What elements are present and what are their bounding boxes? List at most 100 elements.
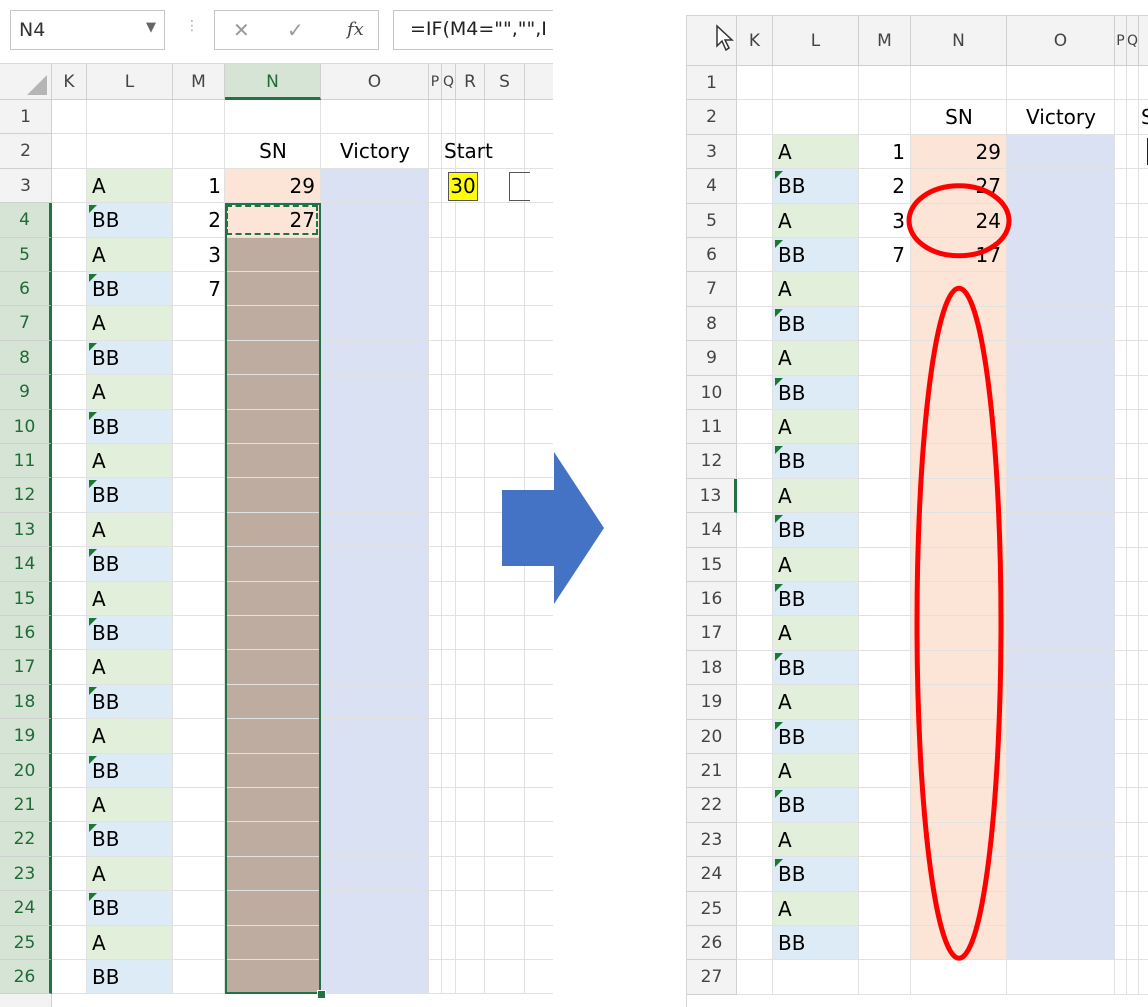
grid-cell[interactable] [321,788,429,823]
column-header-r[interactable]: R [456,64,485,100]
grid-cell[interactable] [485,891,525,926]
grid-cell[interactable] [485,753,525,788]
grid-cell[interactable] [456,960,485,995]
grid-cell[interactable] [429,960,442,995]
grid-cell[interactable] [456,856,485,892]
grid-cell[interactable] [429,237,442,272]
row-header[interactable]: 13 [0,512,52,548]
grid-cell[interactable] [173,340,225,376]
grid-cell[interactable] [442,272,456,307]
grid-cell[interactable] [321,375,429,410]
grid-cell[interactable] [321,168,429,204]
insert-function-button[interactable]: fx [347,19,364,40]
grid-cell[interactable] [52,581,87,616]
grid-cell[interactable] [442,203,456,238]
grid-cell[interactable] [173,925,225,960]
grid-cell[interactable] [485,960,525,995]
column-header-l[interactable]: L [87,64,173,100]
column-header-o[interactable]: O [321,64,429,100]
grid-cell[interactable] [485,100,525,135]
grid-cell[interactable] [429,100,442,135]
grid-cell[interactable] [429,925,442,960]
grid-cell[interactable] [525,960,553,995]
grid-cell[interactable] [173,719,225,754]
row-header[interactable]: 25 [0,925,52,960]
grid-cell[interactable] [52,822,87,857]
grid-cell[interactable] [485,409,525,444]
grid-cell[interactable] [52,856,87,892]
grid-cell[interactable] [52,684,87,720]
grid-cell[interactable] [321,616,429,651]
row-header[interactable]: 12 [0,478,52,513]
grid-cell[interactable] [173,856,225,892]
grid-cell[interactable] [52,478,87,513]
grid-cell[interactable] [525,650,553,685]
grid-cell[interactable] [173,684,225,720]
grid-cell[interactable] [173,650,225,685]
row-header[interactable]: 23 [0,856,52,892]
grid-cell[interactable] [52,306,87,341]
grid-cell[interactable] [485,375,525,410]
grid-cell[interactable] [525,926,553,960]
grid-cell[interactable] [456,375,485,410]
grid-cell[interactable] [429,375,442,410]
grid-cell[interactable] [485,684,525,720]
grid-cell[interactable] [173,547,225,582]
column-header-s[interactable]: S [485,64,525,100]
row-header[interactable]: 26 [0,960,52,995]
row-header[interactable]: 9 [0,375,52,410]
grid-cell[interactable] [52,650,87,685]
grid-cell[interactable] [485,306,525,341]
grid-cell[interactable] [456,547,485,582]
row-header[interactable]: 16 [0,616,52,651]
grid-cell[interactable] [52,719,87,754]
row-header[interactable]: 7 [0,306,52,341]
grid-cell[interactable] [456,203,485,238]
grid-cell[interactable] [442,375,456,410]
grid-cell[interactable] [442,306,456,341]
row-header[interactable]: 1 [0,100,52,135]
grid-cell[interactable] [456,237,485,272]
row-header[interactable]: 18 [0,684,52,720]
grid-cell[interactable] [173,616,225,651]
grid-cell[interactable] [442,650,456,685]
grid-cell[interactable] [442,753,456,788]
grid-cell[interactable] [485,925,525,960]
grid-cell[interactable] [52,616,87,651]
grid-cell[interactable] [485,272,525,307]
grid-cell[interactable] [52,100,87,135]
grid-cell[interactable] [173,581,225,616]
grid-cell[interactable] [456,788,485,823]
grid-cell[interactable] [442,960,456,995]
grid-cell[interactable] [173,822,225,857]
grid-cell[interactable] [173,891,225,926]
grid-cell[interactable] [525,788,553,823]
grid-cell[interactable] [52,409,87,444]
grid-cell[interactable] [52,753,87,788]
grid-cell[interactable] [442,719,456,754]
grid-cell[interactable] [321,444,429,479]
grid-cell[interactable] [485,719,525,754]
grid-cell[interactable] [456,272,485,307]
grid-cell[interactable] [429,684,442,720]
grid-cell[interactable] [52,960,87,995]
grid-cell[interactable] [442,409,456,444]
column-header-q[interactable]: Q [442,64,456,100]
grid-cell[interactable] [442,856,456,892]
grid-cell[interactable] [52,340,87,376]
grid-cell[interactable] [429,891,442,926]
grid-cell[interactable] [456,650,485,685]
row-header[interactable]: 14 [0,547,52,582]
grid-cell[interactable] [456,684,485,720]
grid-cell[interactable] [456,100,485,135]
row-header[interactable]: 2 [0,134,52,169]
grid-cell[interactable] [173,512,225,548]
grid-cell[interactable] [456,822,485,857]
grid-cell[interactable] [321,512,429,548]
grid-cell[interactable] [485,237,525,272]
grid-cell[interactable] [321,719,429,754]
grid-cell[interactable] [525,375,553,410]
grid-cell[interactable] [321,891,429,926]
grid-cell[interactable] [321,856,429,892]
grid-cell[interactable] [321,306,429,341]
